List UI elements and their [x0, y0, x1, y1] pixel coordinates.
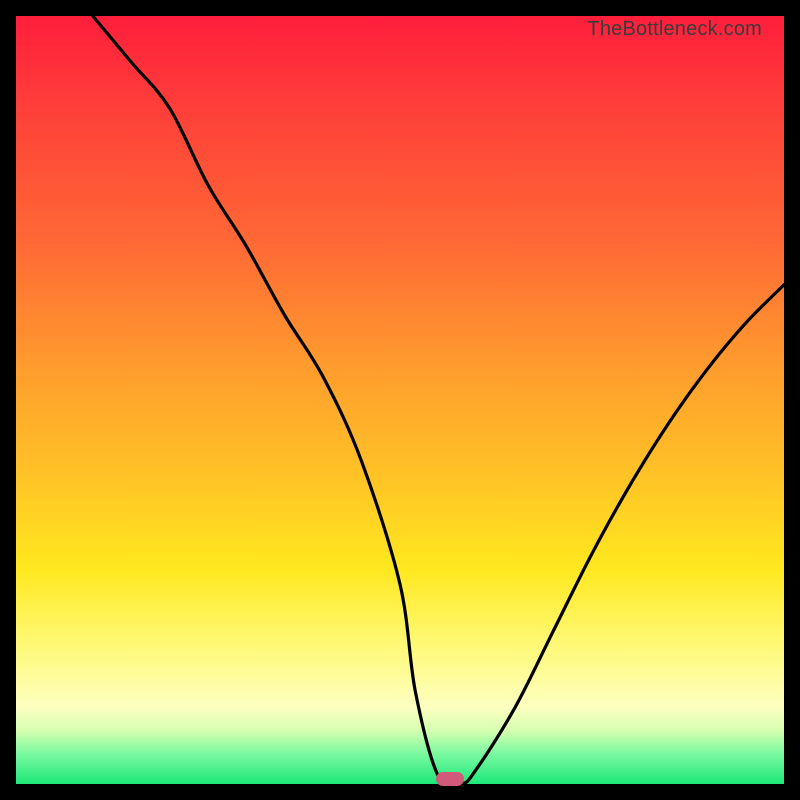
curve-path: [93, 16, 784, 784]
bottleneck-curve: [16, 16, 784, 784]
chart-frame: TheBottleneck.com: [0, 0, 800, 800]
plot-area: TheBottleneck.com: [16, 16, 784, 784]
optimum-marker: [436, 772, 464, 786]
